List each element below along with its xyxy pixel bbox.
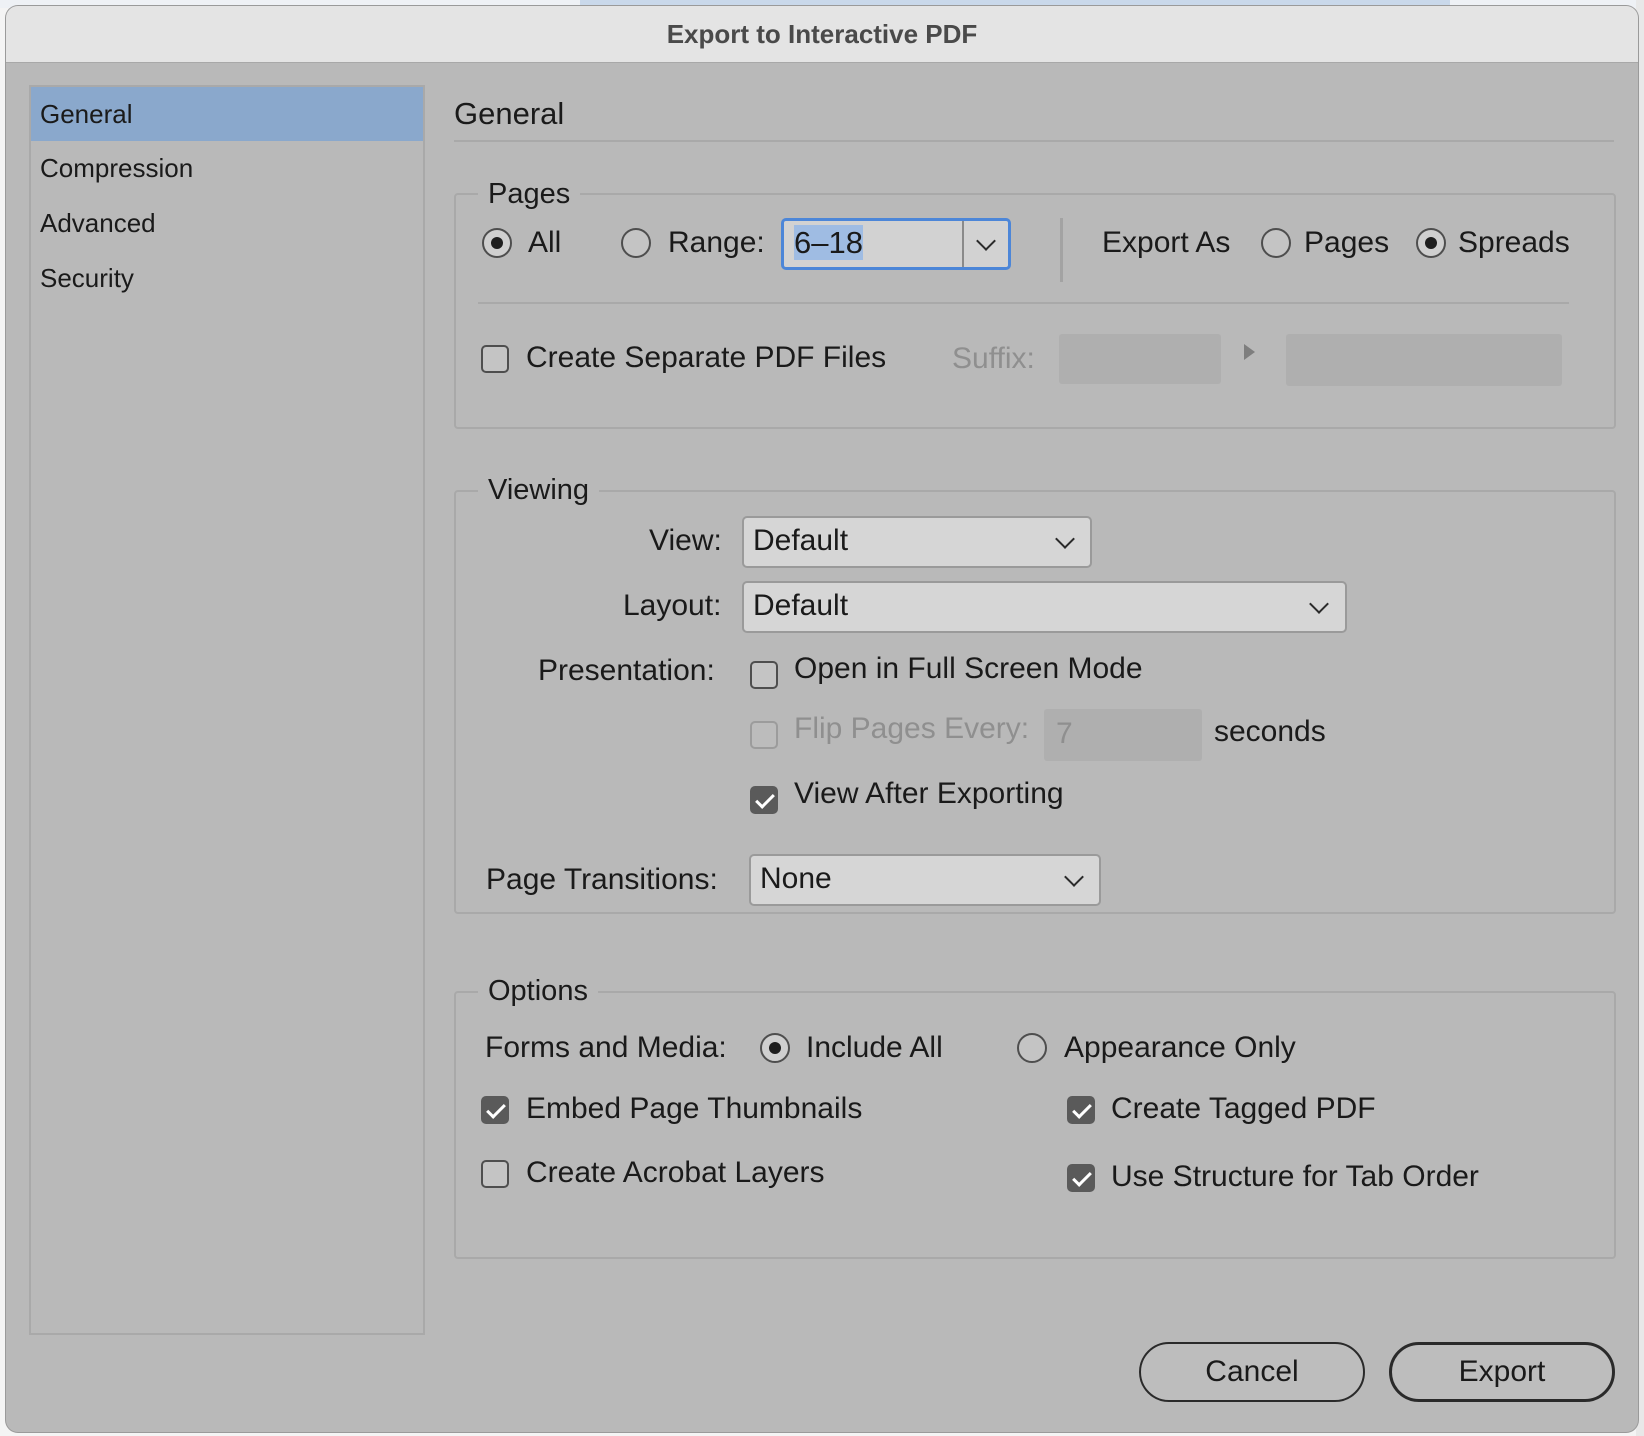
separate-pdf-label: Create Separate PDF Files bbox=[526, 341, 887, 374]
forms-media-label: Forms and Media: bbox=[485, 1031, 727, 1064]
acrobat-layers-checkbox[interactable] bbox=[481, 1160, 509, 1188]
caret-right-icon bbox=[1244, 344, 1255, 360]
tagged-pdf-checkbox[interactable] bbox=[1067, 1096, 1095, 1124]
cancel-button[interactable]: Cancel bbox=[1139, 1342, 1365, 1402]
suffix-preview-field bbox=[1286, 334, 1562, 386]
export-spreads-label: Spreads bbox=[1458, 226, 1570, 259]
chevron-down-icon bbox=[1064, 867, 1084, 887]
view-after-export-checkbox[interactable] bbox=[750, 786, 778, 814]
sidebar: General Compression Advanced Security bbox=[29, 85, 425, 1335]
range-radio[interactable] bbox=[621, 228, 651, 258]
full-screen-checkbox[interactable] bbox=[750, 661, 778, 689]
embed-thumbnails-checkbox[interactable] bbox=[481, 1096, 509, 1124]
range-label: Range: bbox=[668, 226, 765, 259]
full-screen-label: Open in Full Screen Mode bbox=[794, 652, 1143, 685]
view-select[interactable]: Default bbox=[742, 516, 1092, 568]
tab-order-checkbox[interactable] bbox=[1067, 1164, 1095, 1192]
pages-separator bbox=[1060, 218, 1063, 282]
tab-order-label: Use Structure for Tab Order bbox=[1111, 1160, 1479, 1193]
all-pages-label: All bbox=[528, 226, 562, 259]
range-input[interactable]: 6–18 bbox=[794, 221, 863, 265]
export-pages-radio[interactable] bbox=[1261, 228, 1291, 258]
all-pages-radio[interactable] bbox=[482, 228, 512, 258]
layout-label: Layout: bbox=[623, 589, 722, 622]
suffix-input[interactable] bbox=[1059, 334, 1221, 384]
sidebar-item-advanced[interactable]: Advanced bbox=[31, 196, 423, 250]
range-dropdown-button[interactable] bbox=[962, 221, 1008, 267]
flip-pages-checkbox[interactable] bbox=[750, 721, 778, 749]
tagged-pdf-label: Create Tagged PDF bbox=[1111, 1092, 1376, 1125]
chevron-down-icon bbox=[976, 231, 996, 251]
appearance-only-radio[interactable] bbox=[1017, 1033, 1047, 1063]
acrobat-layers-label: Create Acrobat Layers bbox=[526, 1156, 825, 1189]
include-all-radio[interactable] bbox=[760, 1033, 790, 1063]
sidebar-item-compression[interactable]: Compression bbox=[31, 141, 423, 195]
viewing-legend: Viewing bbox=[478, 474, 600, 507]
flip-seconds-input[interactable]: 7 bbox=[1044, 709, 1202, 761]
sidebar-item-security[interactable]: Security bbox=[31, 251, 423, 305]
export-button[interactable]: Export bbox=[1389, 1342, 1615, 1402]
pages-group bbox=[454, 193, 1616, 429]
separate-pdf-checkbox[interactable] bbox=[481, 345, 509, 373]
embed-thumbnails-label: Embed Page Thumbnails bbox=[526, 1092, 863, 1125]
export-dialog: Export to Interactive PDF General Compre… bbox=[6, 6, 1638, 1432]
sidebar-item-general[interactable]: General bbox=[31, 87, 423, 141]
options-legend: Options bbox=[478, 975, 598, 1008]
suffix-label: Suffix: bbox=[952, 342, 1035, 375]
section-title: General bbox=[454, 96, 565, 131]
chevron-down-icon bbox=[1055, 529, 1075, 549]
include-all-label: Include All bbox=[806, 1031, 943, 1064]
layout-select[interactable]: Default bbox=[742, 581, 1347, 633]
presentation-label: Presentation: bbox=[538, 654, 715, 687]
range-value: 6–18 bbox=[794, 225, 863, 260]
appearance-only-label: Appearance Only bbox=[1064, 1031, 1296, 1064]
view-label: View: bbox=[649, 524, 722, 557]
export-pages-label: Pages bbox=[1304, 226, 1390, 259]
view-after-export-label: View After Exporting bbox=[794, 777, 1064, 810]
layout-value: Default bbox=[753, 589, 849, 622]
dialog-title: Export to Interactive PDF bbox=[6, 6, 1638, 63]
page-transitions-value: None bbox=[760, 862, 832, 895]
chevron-down-icon bbox=[1309, 594, 1329, 614]
export-spreads-radio[interactable] bbox=[1416, 228, 1446, 258]
seconds-label: seconds bbox=[1214, 715, 1326, 748]
page-transitions-label: Page Transitions: bbox=[486, 863, 718, 896]
pages-legend: Pages bbox=[478, 178, 581, 211]
flip-seconds-value: 7 bbox=[1056, 717, 1073, 750]
range-combobox[interactable]: 6–18 bbox=[781, 218, 1011, 270]
view-value: Default bbox=[753, 524, 849, 557]
flip-pages-label: Flip Pages Every: bbox=[794, 712, 1030, 745]
pages-inner-divider bbox=[478, 302, 1569, 304]
page-transitions-select[interactable]: None bbox=[749, 854, 1101, 906]
export-as-label: Export As bbox=[1102, 226, 1231, 259]
title-divider bbox=[454, 140, 1614, 142]
